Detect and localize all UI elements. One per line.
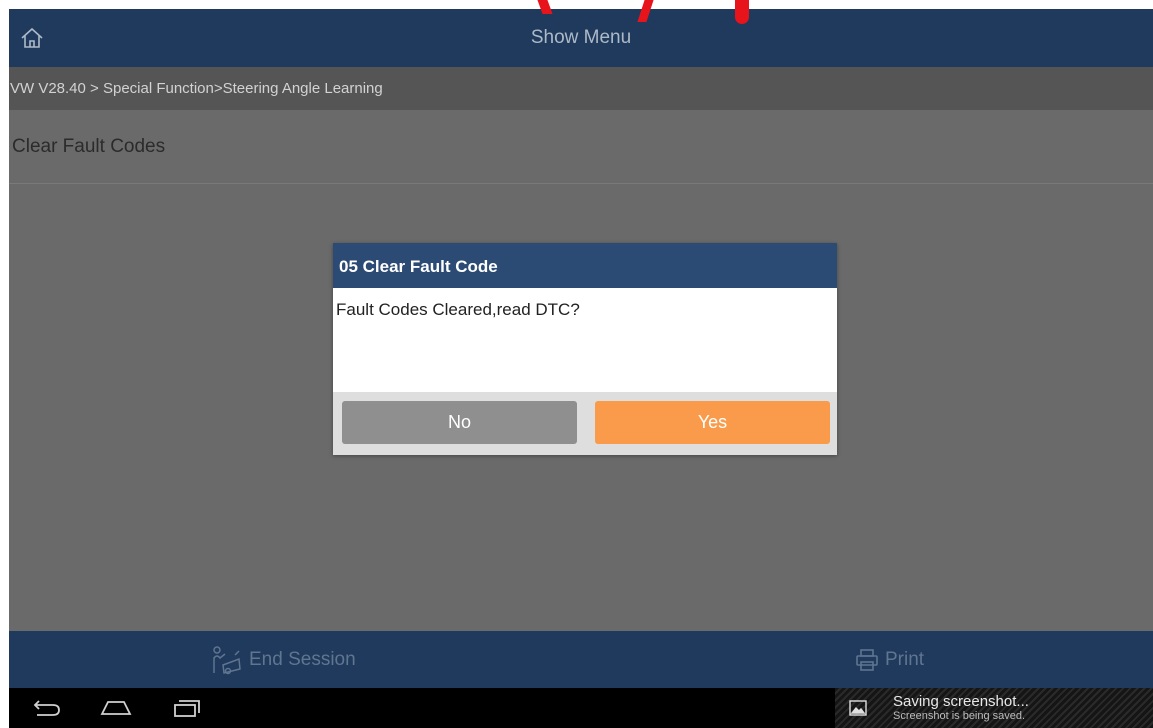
end-session-button[interactable]: End Session [209, 631, 356, 688]
dialog-message: Fault Codes Cleared,read DTC? [333, 288, 837, 392]
mechanic-car-icon [213, 645, 241, 674]
home-icon[interactable] [19, 25, 45, 51]
back-icon[interactable] [29, 696, 63, 720]
dialog-button-bar: No Yes [333, 392, 837, 455]
notification-subtitle: Screenshot is being saved. [893, 709, 1026, 722]
no-button[interactable]: No [342, 401, 577, 444]
image-icon [849, 700, 867, 716]
system-nav-bar: Saving screenshot... Screenshot is being… [9, 688, 1153, 728]
bottom-toolbar: End Session Print [9, 631, 1153, 688]
page-title: Show Menu [530, 27, 632, 48]
printer-icon [856, 648, 878, 671]
clear-fault-code-dialog: 05 Clear Fault Code Fault Codes Cleared,… [333, 243, 837, 455]
dialog-title: 05 Clear Fault Code [333, 243, 837, 288]
breadcrumb: VW V28.40 > Special Function>Steering An… [9, 67, 1153, 110]
home-nav-icon[interactable] [99, 696, 133, 720]
top-bar: Show Menu [9, 9, 1153, 67]
notification-title: Saving screenshot... [893, 692, 1029, 710]
recent-apps-icon[interactable] [171, 696, 205, 720]
yes-button[interactable]: Yes [595, 401, 830, 444]
print-button[interactable]: Print [855, 631, 924, 688]
screenshot-notification: Saving screenshot... Screenshot is being… [835, 688, 1153, 728]
menu-item-clear-fault-codes[interactable]: Clear Fault Codes [9, 110, 1153, 184]
watermark-stroke [735, 0, 749, 24]
end-session-label: End Session [249, 648, 356, 670]
app-window: Show Menu VW V28.40 > Special Function>S… [9, 9, 1153, 728]
print-label: Print [885, 648, 925, 670]
